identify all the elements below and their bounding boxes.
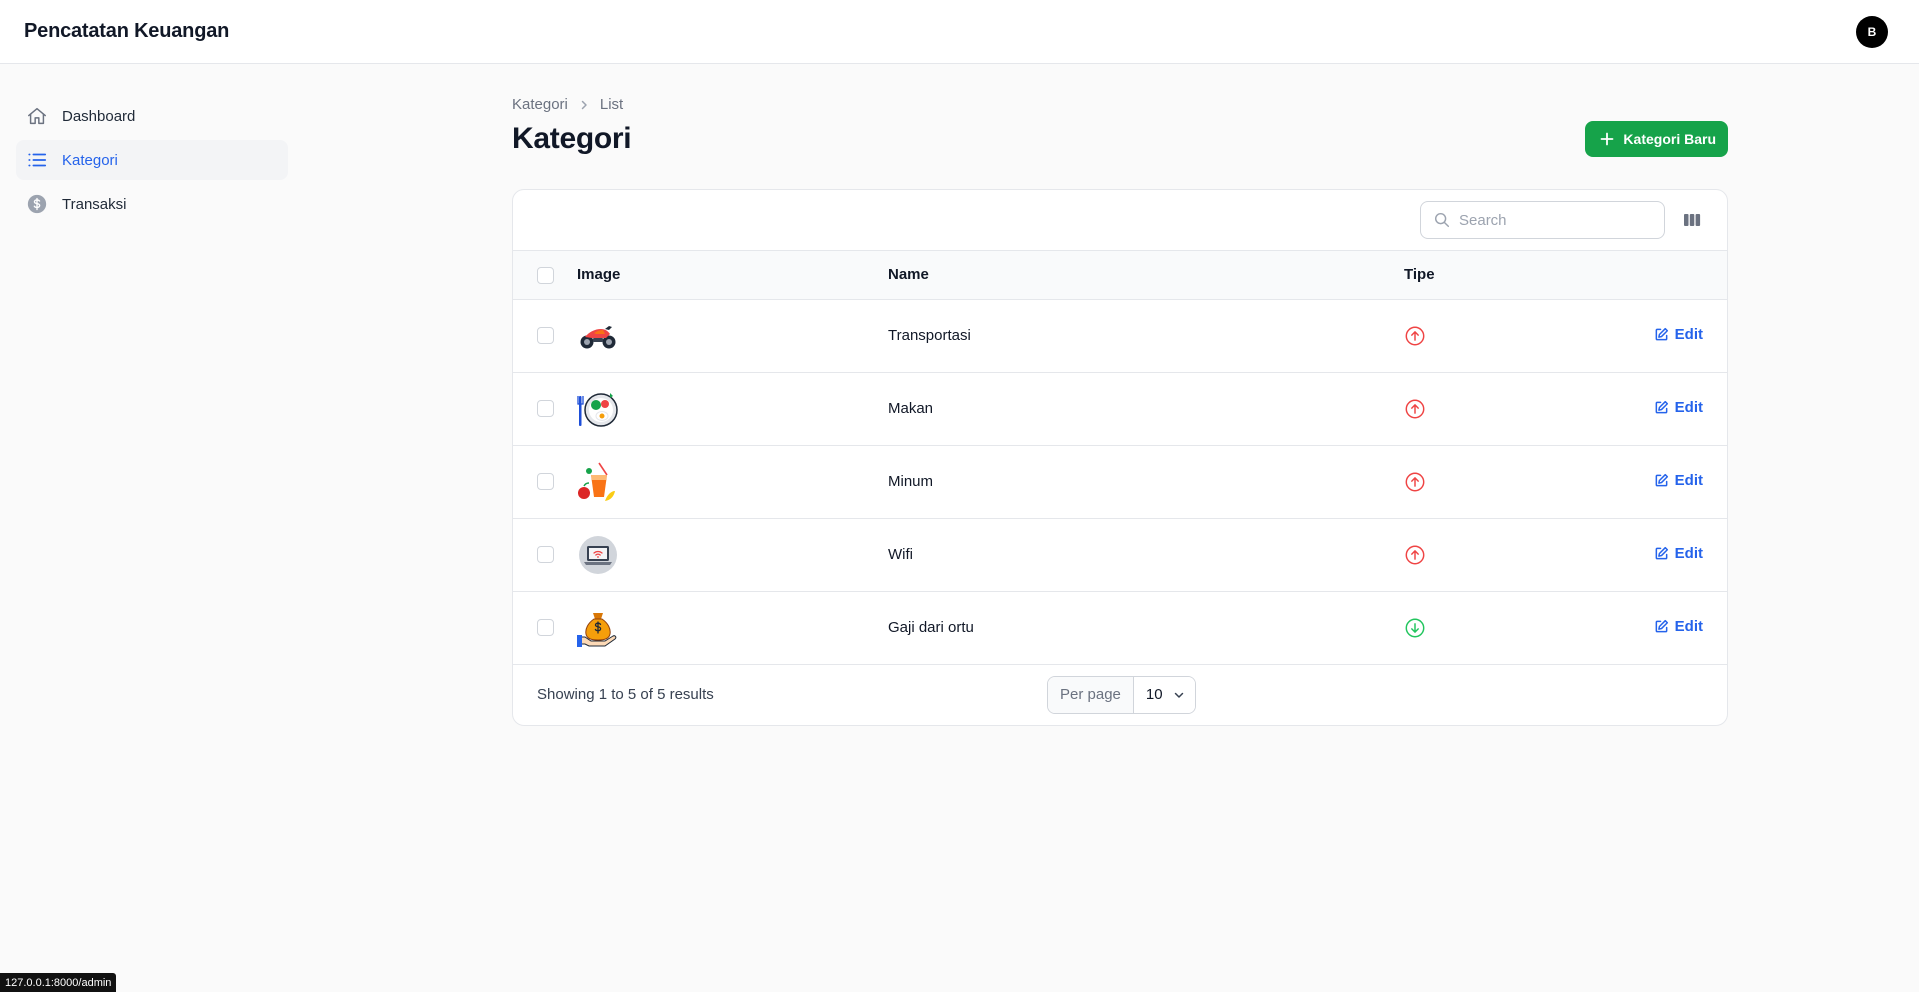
edit-icon [1655,546,1668,559]
row-name: Wifi [888,546,913,563]
sidebar: Dashboard Kategori Transaksi [16,96,288,228]
table-card: Image Name Tipe [512,189,1728,726]
table-toolbar [513,190,1727,251]
row-name: Transportasi [888,327,971,344]
new-category-button-label: Kategori Baru [1623,131,1716,147]
edit-link[interactable]: Edit [1654,399,1703,416]
breadcrumb-item[interactable]: Kategori [512,96,568,113]
column-header-tipe[interactable]: Tipe [1404,251,1604,299]
table-header-row: Image Name Tipe [513,251,1727,299]
sidebar-item-transaksi[interactable]: Transaksi [16,184,288,224]
arrow-up-circle-icon [1405,472,1425,491]
sidebar-item-label: Transaksi [62,195,127,213]
main-content: Kategori List Kategori Kategori Baru Sea… [512,96,1728,726]
edit-label: Edit [1674,544,1703,562]
list-icon [28,153,47,167]
row-checkbox[interactable] [537,400,554,418]
edit-label: Edit [1674,617,1703,635]
columns-icon [1684,214,1701,226]
money-bag-icon [577,612,617,647]
edit-icon [1655,400,1668,413]
edit-link[interactable]: Edit [1654,545,1703,562]
per-page-label: Per page [1048,676,1134,713]
per-page-control: Per page 10 [1047,675,1196,714]
row-checkbox[interactable] [537,619,554,637]
arrow-down-circle-icon [1405,618,1425,637]
row-checkbox[interactable] [537,327,554,345]
edit-label: Edit [1674,325,1703,343]
sidebar-item-kategori[interactable]: Kategori [16,140,288,180]
chevron-right-icon [581,100,587,109]
edit-label: Edit [1674,471,1703,489]
motorcycle-icon [580,325,616,348]
column-header-image[interactable]: Image [577,251,888,299]
edit-icon [1655,327,1668,340]
home-icon [28,107,46,125]
page-title: Kategori [512,122,632,155]
edit-link[interactable]: Edit [1654,326,1703,343]
edit-icon [1655,473,1668,486]
edit-link[interactable]: Edit [1654,618,1703,635]
row-name: Makan [888,400,934,417]
chevron-down-icon [1174,692,1183,698]
breadcrumb: Kategori List [512,96,1728,113]
app-title[interactable]: Pencatatan Keuangan [24,20,229,43]
dollar-circle-icon [27,194,47,214]
breadcrumb-item: List [599,96,624,113]
row-name: Minum [888,473,934,490]
wifi-laptop-icon [579,535,617,574]
status-bar-url: 127.0.0.1:8000/admin [0,973,117,992]
select-all-checkbox[interactable] [537,266,554,284]
column-header-name[interactable]: Name [888,251,1404,299]
toggle-columns-button[interactable] [1681,209,1703,231]
table-row[interactable]: Minum Edit [513,445,1727,518]
table-row[interactable]: Transportasi Edit [513,299,1727,372]
arrow-up-circle-icon [1405,399,1425,418]
arrow-up-circle-icon [1405,326,1425,345]
per-page-select[interactable]: 10 [1133,676,1195,713]
sidebar-item-label: Kategori [62,151,118,169]
search-field[interactable] [1420,201,1665,239]
categories-table: Image Name Tipe Transportasi Edit Makan … [513,251,1727,665]
search-input[interactable] [1459,211,1652,229]
edit-link[interactable]: Edit [1654,472,1703,489]
new-category-button[interactable]: Kategori Baru [1585,121,1728,157]
topbar: Pencatatan Keuangan B [0,0,1919,64]
table-row[interactable]: Gaji dari ortu Edit [513,591,1727,664]
edit-label: Edit [1674,398,1703,416]
page-header: Kategori Kategori Baru [512,121,1728,157]
table-row[interactable]: Makan Edit [513,372,1727,445]
sidebar-item-dashboard[interactable]: Dashboard [16,96,288,136]
avatar[interactable]: B [1856,15,1888,48]
sidebar-item-label: Dashboard [62,107,136,125]
row-name: Gaji dari ortu [888,619,974,636]
table-footer: Showing 1 to 5 of 5 results Per page 10 [513,665,1727,725]
plus-icon [1601,132,1614,146]
table-row[interactable]: Wifi Edit [513,518,1727,591]
row-checkbox[interactable] [537,473,554,491]
arrow-up-circle-icon [1405,545,1425,564]
per-page-value: 10 [1145,686,1163,703]
row-checkbox[interactable] [537,546,554,564]
drinks-icon [578,462,615,501]
pagination-summary: Showing 1 to 5 of 5 results [537,686,714,703]
edit-icon [1655,619,1668,632]
food-plate-icon [577,392,618,427]
search-icon [1434,212,1450,228]
